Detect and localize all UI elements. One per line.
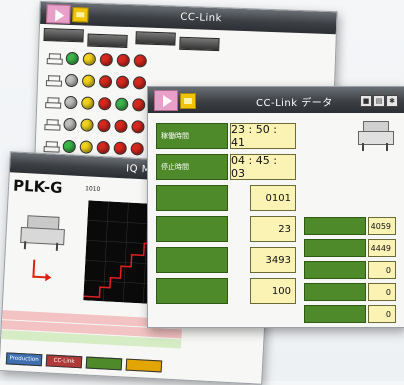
data-row-value: 0 [368,261,396,279]
data-row-label [156,278,228,304]
tab-4[interactable] [179,36,220,52]
data-row-label: 停止時間 [156,154,228,180]
data-row-value: 0 [368,305,396,323]
status-lamp-icon [133,54,148,68]
data-row: 4059 [304,217,396,235]
status-lamp-icon [115,97,129,112]
data-row: 3493 [156,247,296,273]
cc-link-titlebar: CC-Link [40,1,337,35]
data-row-label: 稼働時間 [156,123,228,149]
robot-icon [47,52,62,65]
status-lamp-icon [132,76,147,90]
data-row-value: 23 : 50 : 41 [230,123,296,149]
status-lamp-icon [81,96,95,110]
data-row: 100 [156,278,296,304]
status-lamp-icon [97,118,111,133]
data-row-label [156,185,228,211]
status-lamp-icon [62,139,76,154]
station-row [46,72,147,90]
tab-1[interactable] [43,28,84,43]
data-row: 4449 [304,239,396,257]
data-row-value: 3493 [250,247,296,273]
status-lamp-icon [113,141,127,155]
status-lamp-icon [64,95,78,110]
settings-icon[interactable]: ✱ [386,95,398,107]
machine-illustration [358,121,394,151]
data-row-value: 23 [250,216,296,242]
status-lamp-icon [130,142,144,156]
footer-button-3[interactable] [85,356,123,371]
tab-2[interactable] [87,33,128,48]
status-lamp-icon [64,73,79,88]
data-titlebar: CC-Link データ ■ ▤ ✱ [148,87,404,113]
status-lamp-icon [82,52,97,66]
data-row-label [304,217,366,235]
data-row-value: 0 [368,283,396,301]
data-row: 稼働時間 23 : 50 : 41 [156,123,296,149]
print-icon[interactable]: ▤ [373,95,385,107]
data-row-label [156,247,228,273]
robot-icon [45,96,60,109]
status-lamp-icon [132,98,146,112]
status-lamp-icon [114,119,128,133]
robot-icon [44,140,59,153]
footer-button-1[interactable]: Production [5,352,43,367]
menu-button[interactable] [72,7,89,23]
play-button[interactable] [46,4,71,24]
machine-illustration [20,215,66,251]
robot-icon [44,118,59,131]
menu-button[interactable] [180,93,196,109]
status-lamp-icon [115,75,130,90]
data-title: CC-Link データ [256,98,333,109]
station-row [44,116,145,134]
data-row: 停止時間 04 : 45 : 03 [156,154,296,180]
data-row: 23 [156,216,296,242]
data-row: 0101 [156,185,296,211]
data-row-value: 0101 [250,185,296,211]
status-lamp-icon [81,74,96,88]
status-lamp-icon [131,120,145,134]
data-row-label [304,261,366,279]
data-row-label [156,216,228,242]
status-lamp-icon [98,74,113,89]
tab-3[interactable] [135,31,176,46]
model-sub-label: 1010 [84,185,101,194]
save-icon[interactable]: ■ [360,95,372,107]
status-lamp-icon [96,140,110,155]
status-lamp-icon [116,53,131,68]
status-lamp-icon [65,51,80,66]
data-row-label [304,283,366,301]
station-row [47,50,148,68]
cc-link-data-panel: CC-Link データ ■ ▤ ✱ 稼働時間 23 : 50 : 41 停止時間 04… [147,86,404,328]
footer-button-4[interactable] [125,358,163,373]
station-row [45,94,146,112]
status-lamp-icon [79,140,93,154]
robot-icon [46,74,61,87]
footer-button-2[interactable]: CC-Link [45,354,83,369]
data-row-value: 4449 [368,239,396,257]
data-row-value: 4059 [368,217,396,235]
data-row: 0 [304,283,396,301]
data-row: 0 [304,261,396,279]
data-row-value: 04 : 45 : 03 [230,154,296,180]
status-lamp-icon [99,52,114,67]
data-row-label [304,239,366,257]
status-lamp-icon [63,117,77,132]
play-button[interactable] [154,90,178,111]
data-row-value: 100 [250,278,296,304]
model-name: PLK-G [12,176,63,198]
data-row-label [304,305,366,323]
status-lamp-icon [98,96,112,111]
cc-link-title: CC-Link [180,11,223,25]
data-row: 0 [304,305,396,323]
status-lamp-icon [80,118,94,132]
